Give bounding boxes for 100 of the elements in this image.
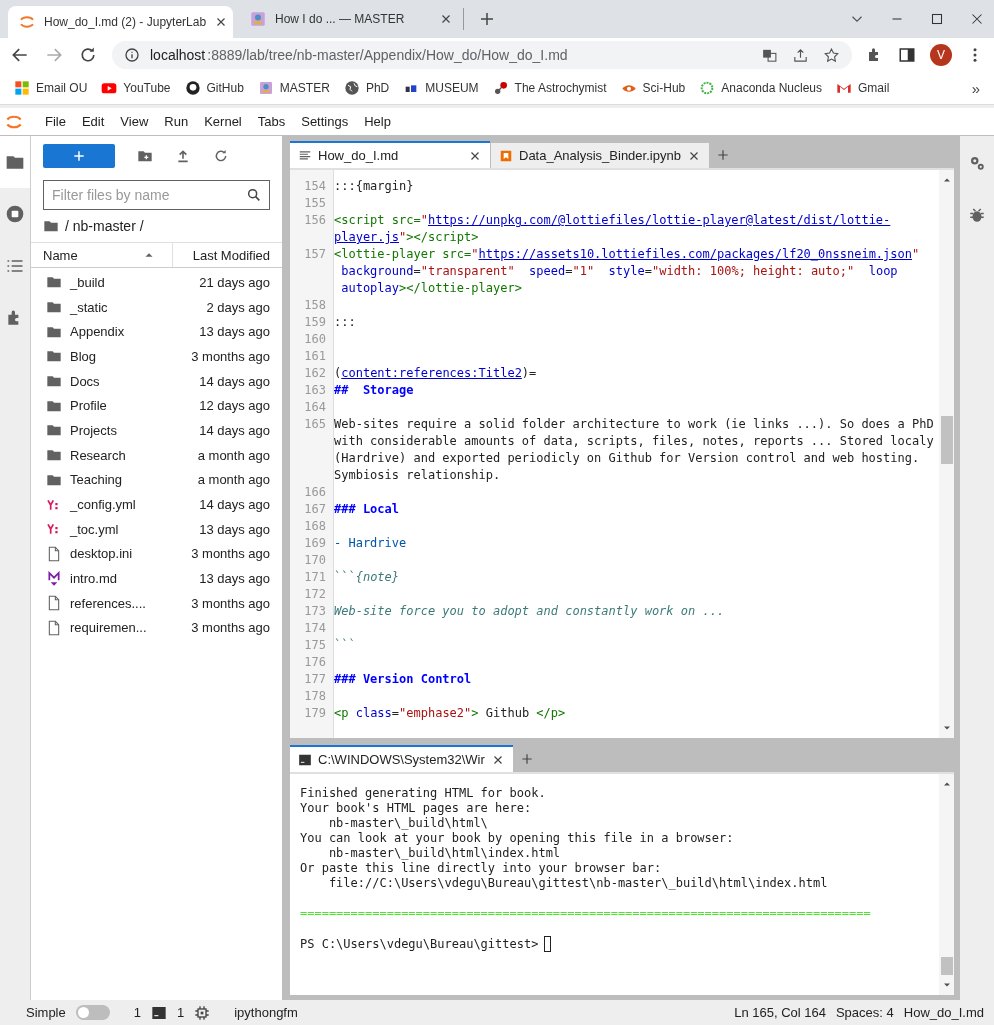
terminal-prompt: PS C:\Users\vdegu\Bureau\gittest> — [300, 936, 539, 952]
info-icon[interactable] — [124, 47, 140, 63]
modified-date: 2 days ago — [206, 299, 270, 315]
menu-item[interactable]: Edit — [74, 114, 112, 129]
bookmark-link[interactable]: YouTube — [97, 80, 175, 96]
line-number: 159 — [303, 314, 326, 331]
code-line: - Hardrive — [334, 535, 407, 552]
file-row[interactable]: Docs 14 days ago — [31, 368, 282, 394]
stop-circle-icon[interactable] — [5, 204, 25, 224]
indentation-setting[interactable]: Spaces: 4 — [835, 1005, 894, 1020]
refresh-icon[interactable] — [213, 148, 229, 164]
molecule-icon — [492, 80, 509, 96]
file-name: Research — [70, 447, 127, 463]
modified-date: 3 months ago — [191, 595, 270, 611]
line-number: 176 — [303, 654, 326, 671]
folder-icon[interactable] — [43, 218, 59, 234]
bookmark-link[interactable]: GitHub — [180, 80, 248, 96]
file-row[interactable]: Profile 12 days ago — [31, 393, 282, 419]
line-number: 169 — [303, 535, 326, 552]
file-row[interactable]: _static 2 days ago — [31, 294, 282, 320]
scrollbar[interactable] — [939, 774, 954, 995]
cursor-position[interactable]: Ln 165, Col 164 — [734, 1005, 826, 1020]
bookmark-link[interactable]: Sci-Hub — [616, 80, 690, 96]
menu-item[interactable]: View — [113, 114, 156, 129]
bookmark-link[interactable]: The Astrochymist — [488, 80, 611, 96]
menu-item[interactable]: File — [38, 114, 73, 129]
menu-item[interactable]: Tabs — [250, 114, 293, 129]
menu-item[interactable]: Settings — [294, 114, 356, 129]
file-row[interactable]: _toc.yml 13 days ago — [31, 516, 282, 542]
menu-item[interactable]: Kernel — [197, 114, 249, 129]
file-row[interactable]: requiremen... 3 months ago — [31, 615, 282, 641]
file-row[interactable]: intro.md 13 days ago — [31, 566, 282, 591]
editor-tab[interactable]: Data_Analysis_Binder.ipynb — [491, 143, 709, 168]
link[interactable]: player.js — [334, 230, 400, 244]
file-name: references.... — [70, 595, 147, 611]
more-bookmarks-button[interactable]: » — [965, 79, 986, 97]
bookmark-link[interactable]: MUSEUM — [399, 80, 483, 96]
line-number: 163 — [303, 382, 326, 399]
terminal-tab[interactable]: C:\WINDOWS\System32\Wir — [290, 745, 513, 772]
scrollbar-thumb[interactable] — [940, 416, 953, 464]
terminal-line: Or paste this line directly into your browser bar: — [300, 861, 663, 876]
line-number: 168 — [303, 518, 326, 535]
file-row[interactable]: _build 21 days ago — [31, 270, 282, 295]
link[interactable]: https://assets10.lottiefiles.com/packages/lf20_0nssneim.json — [478, 247, 912, 261]
upload-icon[interactable] — [175, 148, 191, 164]
new-folder-icon[interactable] — [137, 148, 153, 164]
menu-item[interactable]: Run — [157, 114, 196, 129]
code-line: ### Version Control — [334, 671, 472, 688]
bookmark-link[interactable]: Gmail — [832, 80, 894, 96]
star-icon[interactable] — [823, 46, 840, 64]
terminal-line: nb-master\_build\html\index.html — [327, 846, 562, 861]
terminal-line: file://C:\Users\vdegu\Bureau\gittest\nb-master\_build\html\index.html — [327, 876, 829, 891]
file-name: intro.md — [70, 571, 118, 587]
bookmark-link[interactable]: MASTER — [253, 80, 334, 96]
line-number: 156 — [303, 212, 326, 229]
code-line: ::: — [334, 314, 356, 331]
file-row[interactable]: Research a month ago — [31, 442, 282, 468]
side-panel-icon[interactable] — [898, 46, 916, 64]
breadcrumb[interactable]: / nb-master / — [65, 218, 144, 234]
simple-mode-toggle[interactable] — [75, 1005, 110, 1020]
bookmark-link[interactable]: PhD — [339, 80, 394, 96]
column-header[interactable]: Last Modified — [173, 243, 282, 267]
bookmark-link[interactable]: Email OU — [10, 80, 92, 96]
bookmark-link[interactable]: Anaconda Nucleus — [695, 80, 826, 96]
file-row[interactable]: Teaching a month ago — [31, 467, 282, 493]
line-number: 162 — [303, 365, 326, 382]
link[interactable]: https://unpkg.com/@lottiefiles/lottie-player@latest/dist/lottie- — [427, 213, 891, 227]
new-tab-icon[interactable] — [478, 10, 496, 28]
jupyter-logo-icon — [18, 13, 36, 31]
file-row[interactable]: references.... 3 months ago — [31, 590, 282, 616]
menu-item[interactable]: Help — [357, 114, 398, 129]
scrollbar[interactable] — [939, 170, 954, 738]
file-row[interactable]: desktop.ini 3 months ago — [31, 541, 282, 567]
file-name: Docs — [70, 373, 101, 389]
gears-icon[interactable] — [968, 154, 986, 172]
address-field[interactable]: localhost:8889/lab/tree/nb-master/Appendix/How_do/How_do_I.md — [112, 41, 852, 69]
line-number: 158 — [303, 297, 326, 314]
link[interactable]: content:references:Title2 — [341, 366, 522, 380]
ring-icon — [699, 80, 716, 96]
file-name: _toc.yml — [70, 521, 120, 537]
filter-field[interactable]: Filter files by name — [43, 180, 270, 210]
reload-icon[interactable] — [78, 45, 98, 65]
editor-tab[interactable]: How_do_I.md — [290, 141, 490, 168]
terminal-line: nb-master\_build\html\ — [327, 816, 489, 831]
file-row[interactable]: Appendix 13 days ago — [31, 319, 282, 345]
file-row[interactable]: Projects 14 days ago — [31, 418, 282, 443]
file-name: _config.yml — [70, 497, 137, 513]
scrollbar-thumb[interactable] — [940, 957, 953, 975]
line-number: 173 — [303, 603, 326, 620]
bug-icon[interactable] — [968, 206, 986, 224]
column-header[interactable]: Name — [31, 243, 173, 267]
browser-tab[interactable]: How I do ... — MASTER — [239, 8, 464, 30]
share-icon[interactable] — [792, 46, 809, 64]
tab-title: How_do_I.md (2) - JupyterLab — [44, 15, 207, 29]
file-row[interactable]: _config.yml 14 days ago — [31, 492, 282, 517]
file-row[interactable]: Blog 3 months ago — [31, 344, 282, 369]
chip-icon — [194, 1004, 211, 1021]
profile-button[interactable]: V — [930, 44, 952, 66]
browser-tab[interactable]: How_do_I.md (2) - JupyterLab — [8, 6, 233, 38]
search-icon[interactable] — [246, 187, 262, 203]
